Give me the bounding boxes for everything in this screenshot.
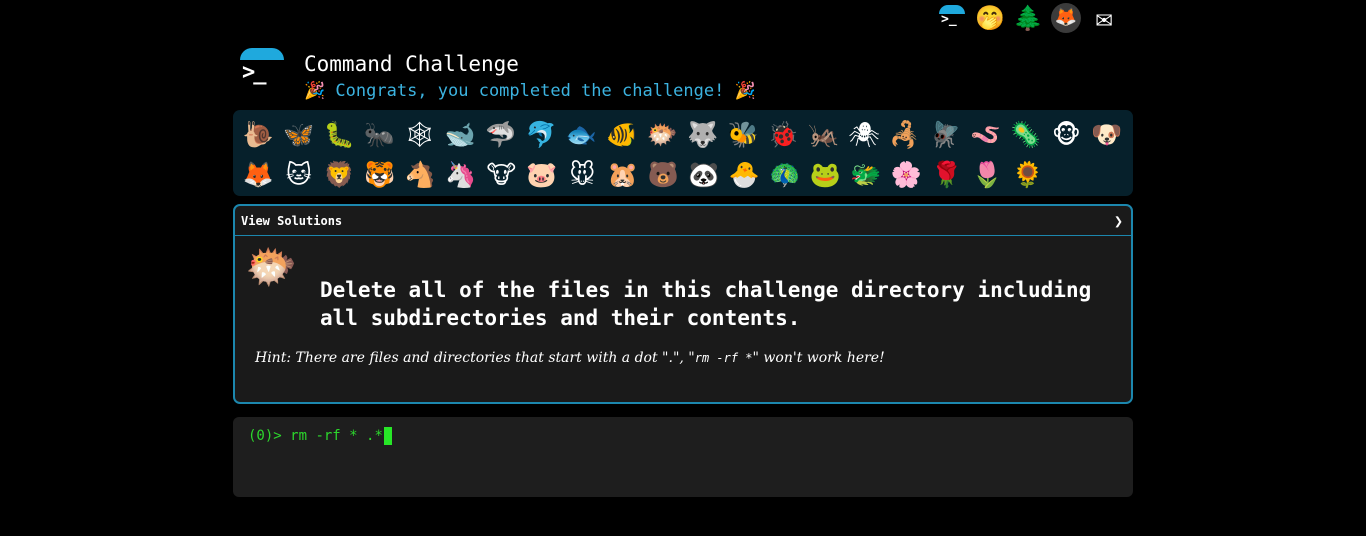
terminal-mini-logo: >_ (939, 5, 965, 31)
challenge-emoji-icon[interactable]: 🐜 (359, 115, 399, 153)
challenge-emoji-icon[interactable]: 🐵 (1046, 115, 1086, 153)
challenge-emoji-icon[interactable]: 🐭 (562, 155, 603, 193)
challenge-emoji-icon[interactable]: 🕷 (844, 115, 884, 153)
app-logo-icon[interactable]: >_ (240, 48, 286, 94)
terminal-line: (0)> rm -rf * .* (248, 427, 1118, 445)
challenge-emoji-icon[interactable]: 🐸 (805, 155, 846, 193)
challenge-emoji-icon[interactable]: 🐶 (1087, 115, 1127, 153)
hint-suffix: " won't work here! (752, 350, 885, 366)
challenge-emoji-icon[interactable]: 🐛 (319, 115, 359, 153)
hint-code: rm -rf * (694, 351, 753, 365)
terminal-cursor (383, 427, 392, 445)
logo-cap (240, 48, 284, 60)
challenge-emoji-icon[interactable]: 🦊 (238, 155, 279, 193)
challenge-emoji-icon[interactable]: 🐻 (643, 155, 684, 193)
challenge-emoji-icon[interactable]: 🌷 (967, 155, 1008, 193)
emoji-row: 🦊 🐱 🦁 🐯 🐴 🦄 🐮 🐷 🐭 🐹 🐻 🐼 🐣 🦚 🐸 🐲 🌸 🌹 🌷 🌻 (238, 154, 1127, 194)
challenge-emoji-icon[interactable]: 🐱 (279, 155, 320, 193)
challenge-emoji-icon[interactable]: 🦠 (1006, 115, 1046, 153)
challenge-box: View Solutions ❯ 🐡 Delete all of the fil… (233, 204, 1133, 404)
party-popper-icon: 🎉 (304, 81, 326, 101)
title-block: Command Challenge 🎉 Congrats, you comple… (304, 52, 756, 101)
challenge-emoji-icon[interactable]: 🐴 (400, 155, 441, 193)
challenge-emoji-icon[interactable]: 🐡 (642, 115, 682, 153)
challenge-emoji-icon[interactable]: 🐞 (763, 115, 803, 153)
challenge-emoji-icon[interactable]: 🦚 (765, 155, 806, 193)
challenge-emoji-icon[interactable]: 🐠 (602, 115, 642, 153)
challenge-emoji-icon[interactable]: 🐝 (723, 115, 763, 153)
challenge-emoji-icon[interactable]: 🐺 (682, 115, 722, 153)
challenge-emoji-icon[interactable]: 🦂 (885, 115, 925, 153)
hint-text: Hint: There are files and directories th… (255, 350, 885, 366)
challenge-emoji-icon[interactable]: 🐯 (360, 155, 401, 193)
page-title: Command Challenge (304, 52, 519, 76)
challenge-emoji-icon[interactable]: 🦗 (804, 115, 844, 153)
challenge-emoji-icon[interactable]: 🐼 (684, 155, 725, 193)
challenge-emoji-icon[interactable]: 🐟 (561, 115, 601, 153)
challenge-emoji-icon[interactable]: 🐲 (846, 155, 887, 193)
task-area: 🐡 Delete all of the files in this challe… (235, 236, 1131, 404)
blowfish-icon: 🐡 (245, 242, 298, 291)
challenge-description: Delete all of the files in this challeng… (320, 278, 1092, 330)
view-solutions-toggle[interactable]: View Solutions ❯ (235, 206, 1131, 236)
challenge-emoji-icon[interactable]: 🦁 (319, 155, 360, 193)
emoji-row: 🐌 🦋 🐛 🐜 🕸 🐋 🦈 🐬 🐟 🐠 🐡 🐺 🐝 🐞 🦗 🕷 🦂 🪰 🪱 🦠 🐵 🐶 (238, 114, 1127, 154)
congrats-message: 🎉 Congrats, you completed the challenge!… (304, 81, 756, 101)
challenge-emoji-icon[interactable]: 🌹 (927, 155, 968, 193)
challenge-emoji-icon[interactable]: 🐬 (521, 115, 561, 153)
challenge-emoji-panel: 🐌 🦋 🐛 🐜 🕸 🐋 🦈 🐬 🐟 🐠 🐡 🐺 🐝 🐞 🦗 🕷 🦂 🪰 🪱 🦠 🐵 🐶 🦊 🐱 🦁 🐯 🐴 🦄 🐮 🐷 🐭 🐹 🐻 🐼 🐣 🦚 🐸 🐲 🌸… (233, 110, 1133, 196)
evergreen-tree-icon[interactable]: 🌲 (1012, 2, 1044, 34)
challenge-emoji-icon[interactable]: 🐌 (238, 115, 278, 153)
terminal-logo-icon[interactable]: >_ (936, 2, 968, 34)
challenge-emoji-icon[interactable]: 🐣 (724, 155, 765, 193)
terminal-command: rm -rf * .* (290, 428, 383, 444)
gitlab-link[interactable]: 🦊 (1050, 2, 1082, 34)
challenge-emoji-icon[interactable]: 🌸 (886, 155, 927, 193)
challenge-emoji-icon[interactable]: 🪱 (965, 115, 1005, 153)
challenge-emoji-icon[interactable]: 🪰 (925, 115, 965, 153)
challenge-emoji-icon[interactable]: 🐮 (481, 155, 522, 193)
congrats-text: Congrats, you completed the challenge! (335, 81, 725, 101)
chevron-right-icon: ❯ (1113, 211, 1123, 230)
logo-glyph: >_ (242, 60, 266, 85)
challenge-emoji-icon[interactable]: 🦋 (278, 115, 318, 153)
challenge-emoji-icon[interactable]: 🦄 (441, 155, 482, 193)
challenge-emoji-icon[interactable]: 🐷 (522, 155, 563, 193)
gitlab-fox-glyph: 🦊 (1054, 7, 1078, 28)
terminal-prompt: (0)> (248, 428, 282, 444)
challenge-emoji-icon[interactable]: 🌻 (1008, 155, 1049, 193)
party-popper-icon: 🎉 (734, 81, 756, 101)
terminal-input[interactable]: (0)> rm -rf * .* (233, 417, 1133, 497)
face-hand-over-mouth-icon[interactable]: 🤭 (974, 2, 1006, 34)
challenge-emoji-icon[interactable]: 🐋 (440, 115, 480, 153)
top-nav: >_ 🤭 🌲 🦊 ✉ (936, 2, 1120, 34)
challenge-emoji-icon[interactable]: 🐹 (603, 155, 644, 193)
gitlab-icon: 🦊 (1051, 3, 1081, 33)
page-header: >_ Command Challenge 🎉 Congrats, you com… (240, 48, 756, 101)
challenge-emoji-icon[interactable]: 🦈 (480, 115, 520, 153)
challenge-emoji-icon[interactable]: 🕸 (400, 115, 440, 153)
envelope-icon[interactable]: ✉ (1088, 2, 1120, 34)
view-solutions-label: View Solutions (241, 213, 343, 228)
hint-prefix: Hint: There are files and directories th… (255, 350, 695, 366)
terminal-prompt-glyph: >_ (941, 12, 957, 27)
